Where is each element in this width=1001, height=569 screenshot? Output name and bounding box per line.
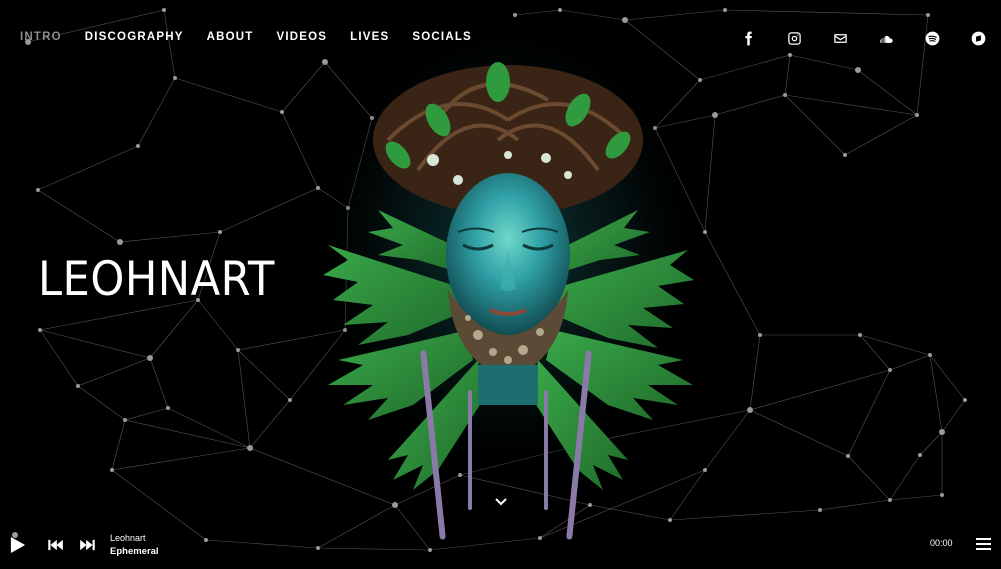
track-title-label: Ephemeral bbox=[110, 546, 159, 557]
track-artist-label: Leohnart bbox=[110, 533, 146, 543]
nav-item-videos[interactable]: VIDEOS bbox=[277, 31, 328, 43]
nav-item-socials[interactable]: SOCIALS bbox=[412, 31, 472, 43]
track-time-label: 00:00 bbox=[930, 538, 953, 548]
nav-item-discography[interactable]: DISCOGRAPHY bbox=[85, 31, 184, 43]
facebook-icon[interactable] bbox=[739, 29, 757, 47]
main-nav: INTRO DISCOGRAPHY ABOUT VIDEOS LIVES SOC… bbox=[20, 31, 495, 43]
next-track-button[interactable] bbox=[78, 538, 96, 552]
audio-player bbox=[0, 524, 1001, 564]
scroll-down-chevron-icon[interactable] bbox=[494, 495, 508, 509]
playlist-menu-button[interactable] bbox=[976, 538, 991, 550]
artist-name-heading: LEOHNART bbox=[38, 252, 275, 307]
play-button[interactable] bbox=[9, 535, 27, 555]
artist-portrait bbox=[308, 30, 708, 564]
soundcloud-icon[interactable] bbox=[877, 29, 895, 47]
nav-item-about[interactable]: ABOUT bbox=[207, 31, 254, 43]
previous-track-button[interactable] bbox=[47, 538, 65, 552]
instagram-icon[interactable] bbox=[785, 29, 803, 47]
nav-item-lives[interactable]: LIVES bbox=[350, 31, 389, 43]
social-links bbox=[711, 29, 987, 47]
bandcamp-icon[interactable] bbox=[969, 29, 987, 47]
nav-item-intro[interactable]: INTRO bbox=[20, 31, 62, 43]
spotify-icon[interactable] bbox=[923, 29, 941, 47]
email-icon[interactable] bbox=[831, 29, 849, 47]
